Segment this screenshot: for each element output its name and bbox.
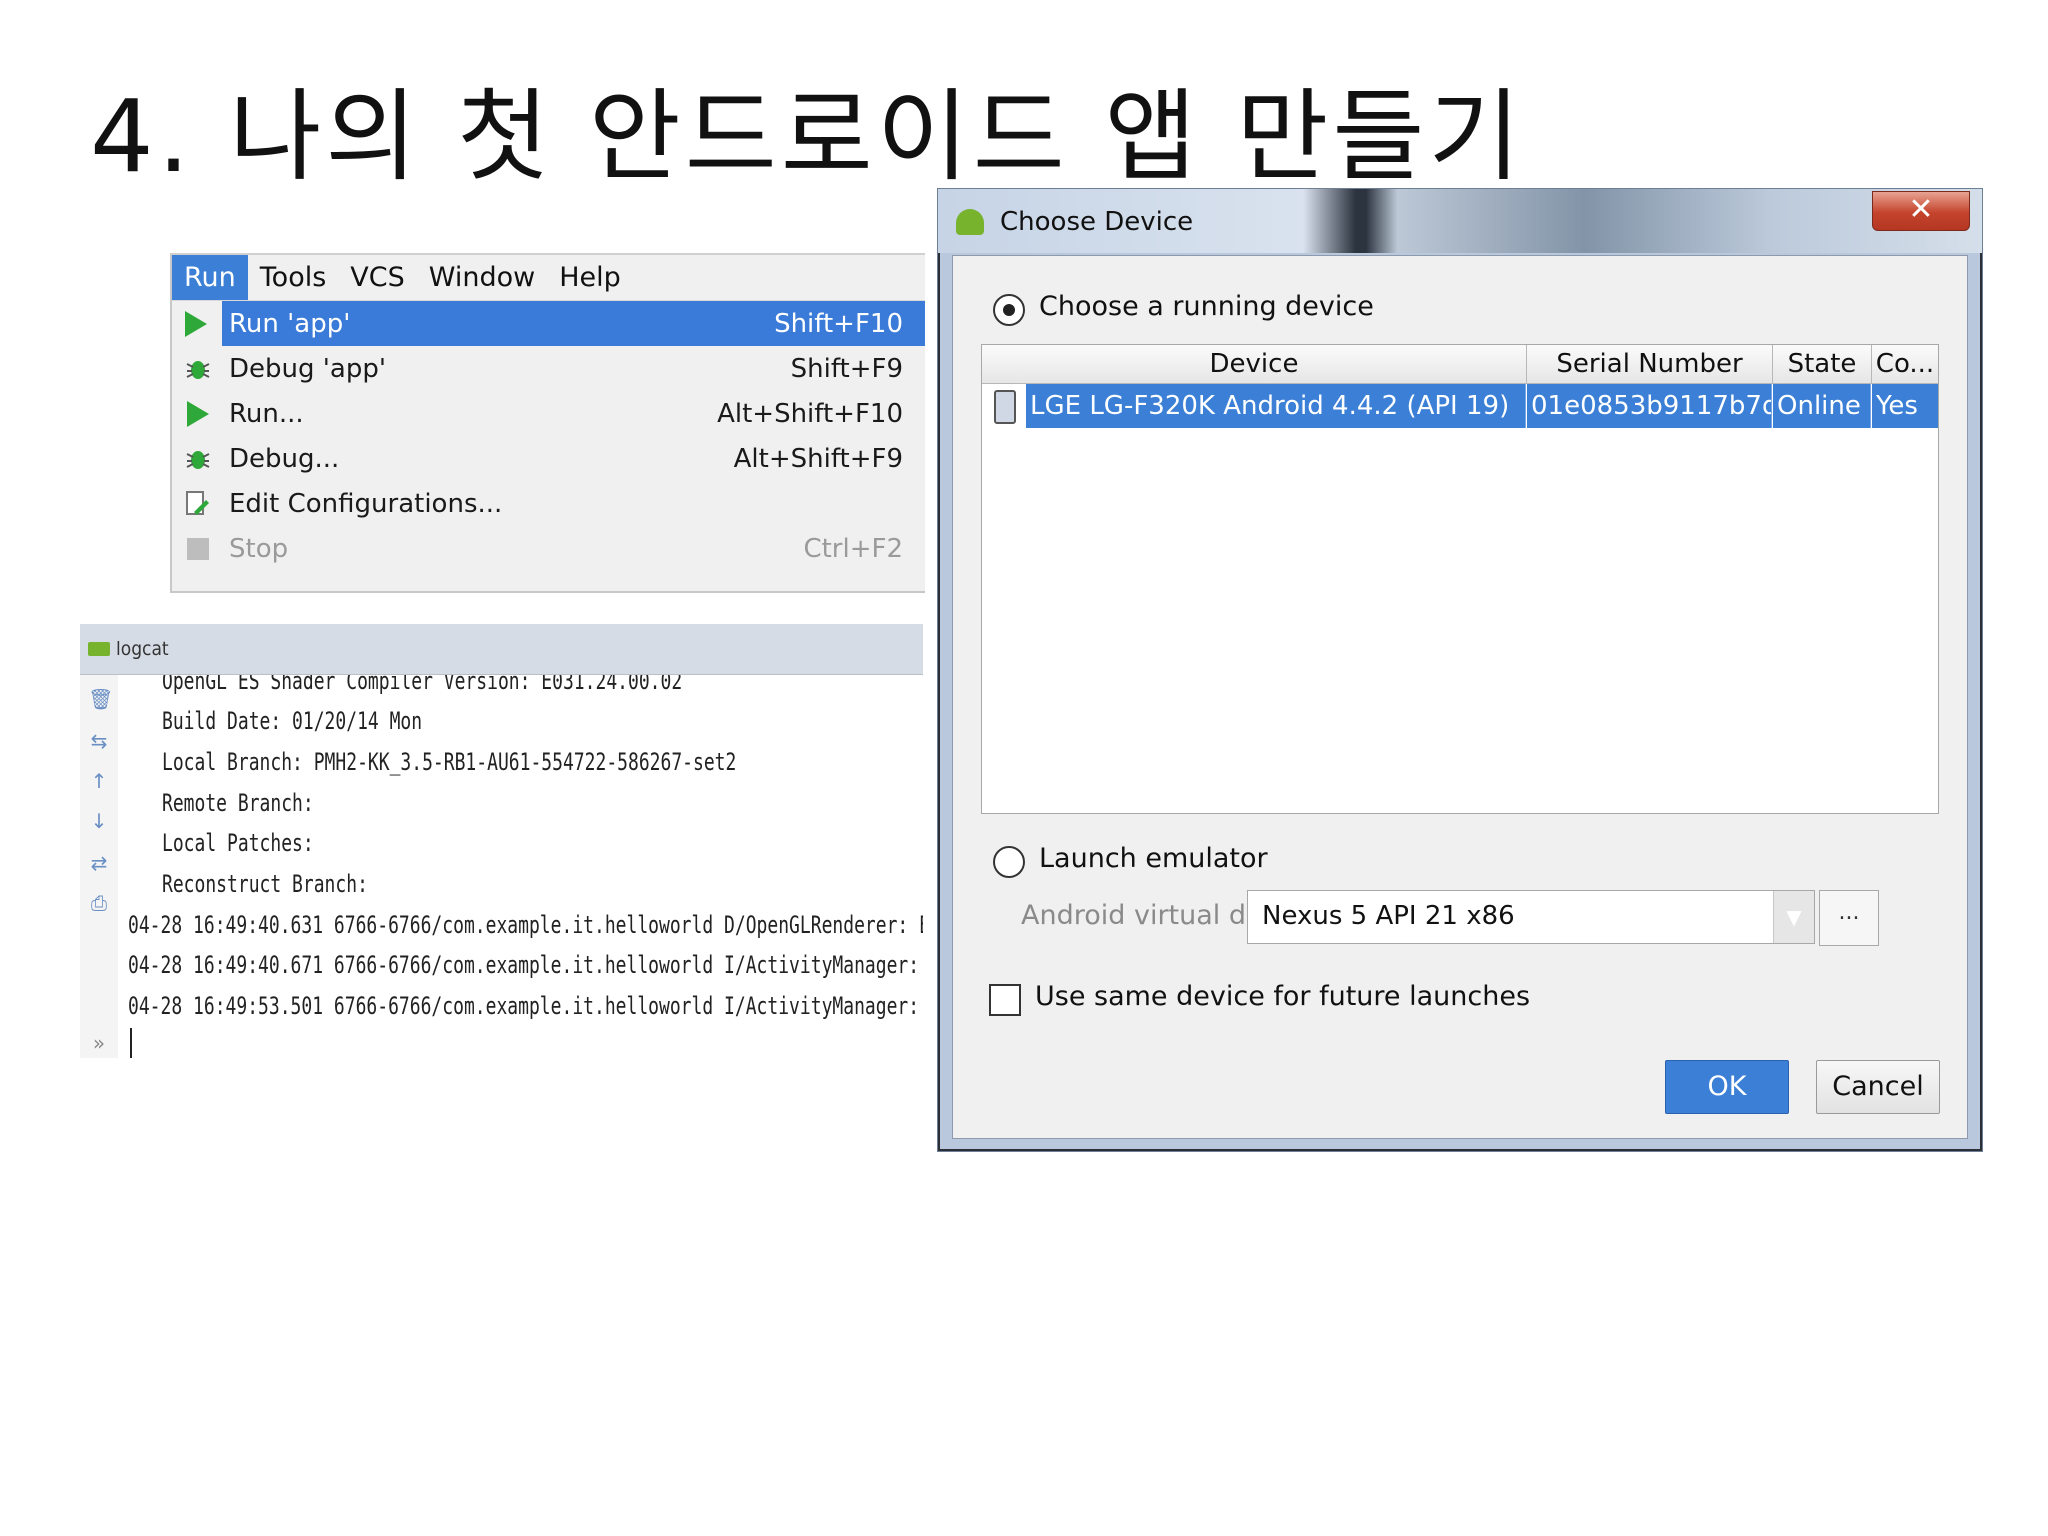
log-line: OpenGL ES Shader Compiler Version: E031.… — [162, 675, 683, 696]
cell-compatible: Yes — [1872, 384, 1938, 428]
device-table[interactable]: Device Serial Number State Co... LGE LG-… — [981, 344, 1939, 814]
slide-title: 4. 나의 첫 안드로이드 앱 만들기 — [90, 78, 1525, 195]
menu-run[interactable]: Run — [172, 255, 248, 300]
logcat-title: logcat — [116, 638, 169, 660]
dialog-body: Choose a running device Device Serial Nu… — [952, 255, 1968, 1139]
chevron-down-icon[interactable]: ▼ — [1773, 891, 1814, 943]
close-button[interactable]: ✕ — [1872, 191, 1970, 231]
running-device-label: Choose a running device — [1039, 291, 1374, 322]
log-line: Remote Branch: — [162, 789, 314, 818]
print-icon[interactable]: ⎙ — [88, 891, 110, 917]
play-icon — [182, 310, 210, 338]
logcat-output[interactable]: OpenGL ES Shader Compiler Version: E031.… — [128, 675, 923, 1058]
menu-item-debug[interactable]: Debug... Alt+Shift+F9 — [172, 436, 925, 481]
choose-device-dialog: Choose Device ✕ Choose a running device … — [937, 188, 1983, 1152]
ok-button[interactable]: OK — [1665, 1060, 1789, 1114]
menu-item-stop: Stop Ctrl+F2 — [172, 526, 925, 571]
android-icon — [88, 642, 110, 656]
android-icon — [956, 209, 984, 235]
logcat-panel: logcat 🗑 ⇆ ↑ ↓ ⇄ ⎙ » OpenGL ES Shader Co… — [80, 624, 923, 1058]
column-compatible[interactable]: Co... — [1872, 345, 1938, 383]
same-device-checkbox[interactable] — [989, 984, 1021, 1016]
bug-icon — [184, 445, 212, 473]
play-icon — [184, 400, 212, 428]
cancel-button[interactable]: Cancel — [1816, 1060, 1940, 1114]
log-line: Reconstruct Branch: — [162, 870, 368, 899]
column-state[interactable]: State — [1773, 345, 1872, 383]
phone-icon — [994, 390, 1016, 424]
menubar: Run Tools VCS Window Help — [172, 255, 925, 301]
edit-config-icon — [184, 490, 212, 518]
menu-item-edit-configurations[interactable]: Edit Configurations... — [172, 481, 925, 526]
launch-emulator-label: Launch emulator — [1039, 843, 1268, 874]
trash-icon[interactable]: 🗑 — [88, 687, 113, 713]
restart-icon[interactable]: ⇆ — [88, 729, 110, 755]
launch-emulator-radio[interactable] — [993, 846, 1025, 878]
cell-serial: 01e0853b9117b7d5 — [1527, 384, 1772, 428]
more-icon[interactable]: » — [88, 1031, 110, 1057]
menu-vcs[interactable]: VCS — [338, 255, 416, 300]
menu-item-run-app[interactable]: Run 'app' Shift+F10 — [185, 301, 925, 346]
logcat-header: logcat — [80, 624, 923, 675]
soft-wrap-icon[interactable]: ⇄ — [88, 851, 110, 877]
bug-icon — [184, 355, 212, 383]
avd-value: Nexus 5 API 21 x86 — [1262, 901, 1515, 931]
menu-item-run[interactable]: Run... Alt+Shift+F10 — [172, 391, 925, 436]
table-row[interactable]: LGE LG-F320K Android 4.4.2 (API 19) 01e0… — [982, 384, 1938, 428]
arrow-up-icon[interactable]: ↑ — [88, 769, 110, 795]
column-serial[interactable]: Serial Number — [1527, 345, 1773, 383]
log-line: 04-28 16:49:40.631 6766-6766/com.example… — [128, 911, 923, 940]
text-cursor — [130, 1028, 132, 1058]
log-line: Local Patches: — [162, 829, 314, 858]
run-menu-panel: Run Tools VCS Window Help Run 'app' Shif… — [170, 253, 925, 593]
logcat-toolbar: 🗑 ⇆ ↑ ↓ ⇄ ⎙ » — [80, 675, 118, 1058]
log-line: 04-28 16:49:40.671 6766-6766/com.example… — [128, 951, 923, 980]
cell-state: Online — [1773, 384, 1871, 428]
log-line: Local Branch: PMH2-KK_3.5-RB1-AU61-55472… — [162, 748, 737, 777]
stop-icon — [184, 535, 212, 563]
arrow-down-icon[interactable]: ↓ — [88, 809, 110, 835]
cell-device: LGE LG-F320K Android 4.4.2 (API 19) — [1026, 384, 1526, 428]
avd-select[interactable]: Nexus 5 API 21 x86 ▼ — [1247, 890, 1815, 944]
dialog-titlebar: Choose Device ✕ — [938, 189, 1982, 253]
menu-tools[interactable]: Tools — [248, 255, 339, 300]
dialog-title: Choose Device — [1000, 207, 1194, 237]
menu-window[interactable]: Window — [417, 255, 547, 300]
avd-browse-button[interactable]: ... — [1819, 890, 1879, 946]
running-device-radio[interactable] — [993, 294, 1025, 326]
same-device-label: Use same device for future launches — [1035, 981, 1531, 1012]
menu-item-debug-app[interactable]: Debug 'app' Shift+F9 — [172, 346, 925, 391]
log-line: Build Date: 01/20/14 Mon — [162, 707, 423, 736]
menu-help[interactable]: Help — [547, 255, 633, 300]
column-device[interactable]: Device — [982, 345, 1527, 383]
device-table-header: Device Serial Number State Co... — [982, 345, 1938, 384]
log-line: 04-28 16:49:53.501 6766-6766/com.example… — [128, 992, 923, 1021]
